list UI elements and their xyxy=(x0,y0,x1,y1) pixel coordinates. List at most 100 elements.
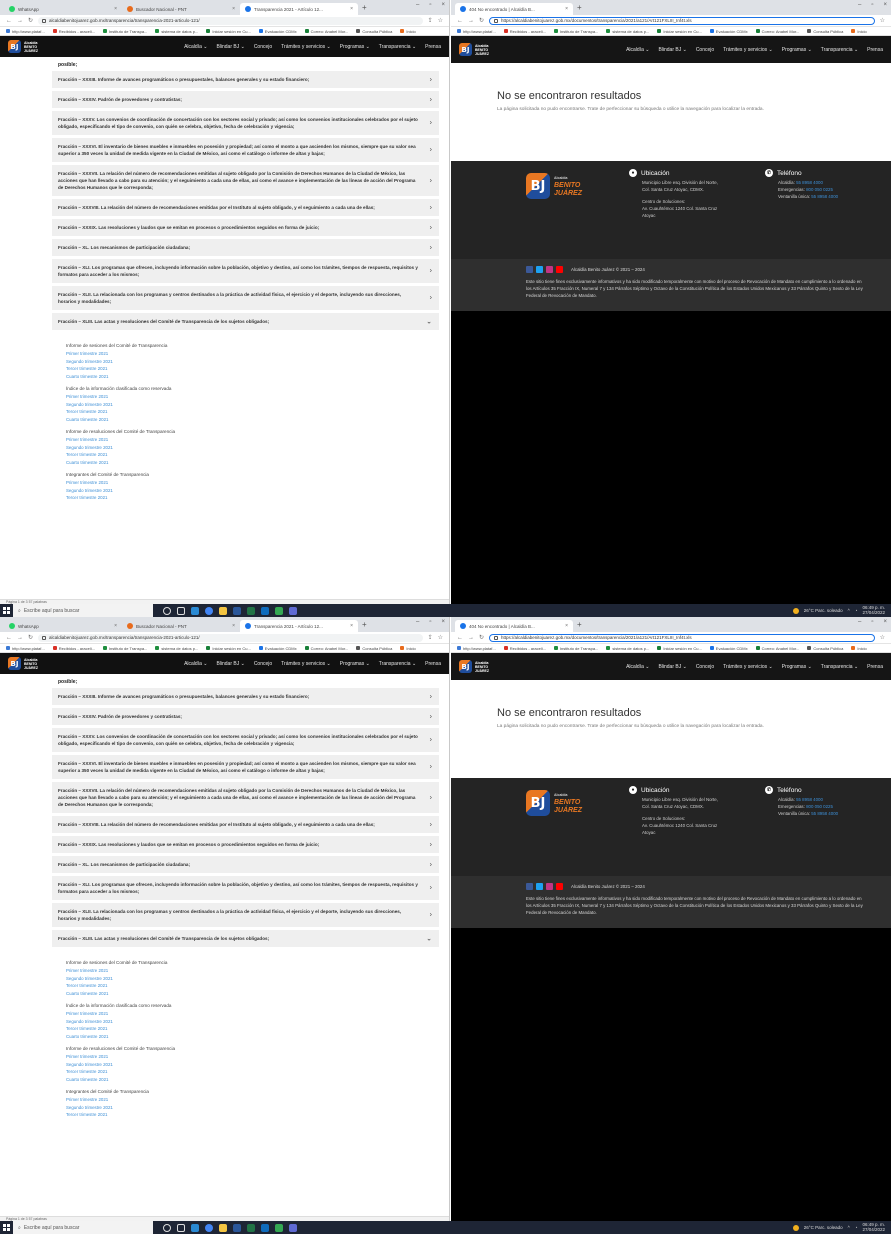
browser-tab[interactable]: WhatsApp × xyxy=(4,620,122,632)
youtube-icon[interactable] xyxy=(556,883,563,890)
word-icon[interactable] xyxy=(233,1223,241,1232)
weather-text[interactable]: 26°C Parc. soleado xyxy=(804,608,843,613)
close-window-icon[interactable]: × xyxy=(883,2,887,8)
file-explorer-icon[interactable] xyxy=(219,1223,227,1232)
network-icon[interactable]: ◔ xyxy=(855,1225,858,1230)
nav-menu-item[interactable]: Prensa xyxy=(867,664,883,670)
close-window-icon[interactable]: × xyxy=(441,2,445,8)
bookmark-star-icon[interactable]: ☆ xyxy=(880,634,885,641)
quarter-document-link[interactable]: Primer trimestre 2021 xyxy=(66,1010,439,1018)
bookmark-item[interactable]: Evaluación CDMx xyxy=(258,646,297,651)
phone-link[interactable]: 800 050 0225 xyxy=(806,804,833,809)
chrome-icon[interactable] xyxy=(205,606,213,615)
quarter-document-link[interactable]: Tercer trimestre 2021 xyxy=(66,1111,439,1119)
bookmark-item[interactable]: Recibidos - araceli... xyxy=(503,29,546,34)
nav-menu-item[interactable]: Prensa xyxy=(425,44,441,50)
bookmark-item[interactable]: Correo: Anabel Mor... xyxy=(755,646,799,651)
nav-menu-item[interactable]: Transparencia ⌄ xyxy=(821,664,858,670)
new-tab-button[interactable]: + xyxy=(573,3,586,12)
quarter-document-link[interactable]: Primer trimestre 2021 xyxy=(66,350,439,358)
fraction-accordion-item[interactable]: Fracción – XXXVIII. La relación del núme… xyxy=(52,816,439,833)
close-icon[interactable]: × xyxy=(232,623,235,629)
bookmark-item[interactable]: http://www.plataf... xyxy=(6,29,45,34)
bookmark-item[interactable]: sistema de datos p... xyxy=(606,29,649,34)
nav-menu-item[interactable]: Programas ⌄ xyxy=(340,44,370,50)
close-window-icon[interactable]: × xyxy=(883,619,887,625)
bookmark-item[interactable]: sistema de datos p... xyxy=(155,29,198,34)
new-tab-button[interactable]: + xyxy=(358,620,371,629)
fraction-accordion-item[interactable]: Fracción – XXXV. Los convenios de coordi… xyxy=(52,728,439,752)
file-explorer-icon[interactable] xyxy=(219,606,227,615)
quarter-document-link[interactable]: Cuarto trimestre 2021 xyxy=(66,1033,439,1041)
edge-icon[interactable] xyxy=(191,606,199,615)
bookmark-item[interactable]: Recibidos - araceli... xyxy=(52,646,95,651)
forward-icon[interactable]: → xyxy=(468,18,474,24)
excel-icon[interactable] xyxy=(247,1223,255,1232)
task-view-icon[interactable] xyxy=(177,1223,185,1232)
browser-tab-active[interactable]: 404 No encontrado | Alcaldía B... × xyxy=(455,3,573,15)
fraction-accordion-item[interactable]: Fracción – XXXVII. La relación del númer… xyxy=(52,782,439,813)
taskbar-search[interactable]: ⌕ Escribe aquí para buscar xyxy=(13,604,153,617)
bookmark-item[interactable]: Inicio xyxy=(851,646,867,651)
quarter-document-link[interactable]: Segundo trimestre 2021 xyxy=(66,401,439,409)
bj-logo[interactable]: BJ Alcaldía BENITO JUÁREZ xyxy=(459,660,489,673)
bookmark-item[interactable]: Iniciar sesión en Cu... xyxy=(206,29,251,34)
cortana-icon[interactable] xyxy=(163,1223,171,1232)
facebook-icon[interactable] xyxy=(526,883,533,890)
close-icon[interactable]: × xyxy=(350,623,353,629)
bookmark-star-icon[interactable]: ☆ xyxy=(438,634,443,641)
quarter-document-link[interactable]: Tercer trimestre 2021 xyxy=(66,365,439,373)
nav-menu-item[interactable]: Concejo xyxy=(254,661,272,667)
quarter-document-link[interactable]: Tercer trimestre 2021 xyxy=(66,451,439,459)
excel-icon[interactable] xyxy=(247,606,255,615)
nav-menu-item[interactable]: Programas ⌄ xyxy=(340,661,370,667)
fraction-accordion-item[interactable]: Fracción – XXXIV. Padrón de proveedores … xyxy=(52,708,439,725)
nav-menu-item[interactable]: Prensa xyxy=(425,661,441,667)
app-icon[interactable] xyxy=(275,1223,283,1232)
tray-arrow-icon[interactable]: ^ xyxy=(848,608,850,613)
fraction-accordion-item[interactable]: Fracción – XLI. Los programas que ofrece… xyxy=(52,259,439,283)
nav-menu-item[interactable]: Concejo xyxy=(254,44,272,50)
outlook-icon[interactable] xyxy=(261,606,269,615)
back-icon[interactable]: ← xyxy=(457,18,463,24)
weather-text[interactable]: 26°C Parc. soleado xyxy=(804,1225,843,1230)
quarter-document-link[interactable]: Primer trimestre 2021 xyxy=(66,436,439,444)
quarter-document-link[interactable]: Tercer trimestre 2021 xyxy=(66,408,439,416)
phone-link[interactable]: 55 8958 4000 xyxy=(811,811,838,816)
phone-link[interactable]: 55 8958 4000 xyxy=(796,180,823,185)
bookmark-item[interactable]: Instituto de Transpa... xyxy=(553,646,598,651)
close-icon[interactable]: × xyxy=(114,6,117,12)
quarter-document-link[interactable]: Segundo trimestre 2021 xyxy=(66,358,439,366)
nav-menu-item[interactable]: Alcaldía ⌄ xyxy=(626,664,649,670)
bookmark-item[interactable]: Correo: Anabel Mor... xyxy=(304,29,348,34)
bj-logo[interactable]: BJ Alcaldía BENITO JUÁREZ xyxy=(8,40,38,53)
bookmark-item[interactable]: Correo: Anabel Mor... xyxy=(755,29,799,34)
nav-menu-item[interactable]: Blindar BJ ⌄ xyxy=(658,664,686,670)
clock[interactable]: 06:49 p. m. 27/04/2022 xyxy=(862,1222,885,1233)
share-icon[interactable]: ⇪ xyxy=(428,634,433,641)
network-icon[interactable]: ◔ xyxy=(855,608,858,613)
quarter-document-link[interactable]: Primer trimestre 2021 xyxy=(66,1096,439,1104)
quarter-document-link[interactable]: Primer trimestre 2021 xyxy=(66,479,439,487)
clock[interactable]: 06:49 p. m. 27/04/2022 xyxy=(862,605,885,616)
bookmark-star-icon[interactable]: ☆ xyxy=(438,17,443,24)
quarter-document-link[interactable]: Segundo trimestre 2021 xyxy=(66,1018,439,1026)
bookmark-star-icon[interactable]: ☆ xyxy=(880,17,885,24)
start-button[interactable] xyxy=(0,604,13,617)
quarter-document-link[interactable]: Segundo trimestre 2021 xyxy=(66,487,439,495)
url-input[interactable]: alcaldiabenitojuarez.gob.mx/transparenci… xyxy=(38,633,423,642)
bookmark-item[interactable]: Consulta Pública xyxy=(356,646,392,651)
quarter-document-link[interactable]: Tercer trimestre 2021 xyxy=(66,982,439,990)
maximize-icon[interactable]: ▫ xyxy=(871,619,873,625)
close-icon[interactable]: × xyxy=(565,623,568,629)
forward-icon[interactable]: → xyxy=(17,635,23,641)
nav-menu-item[interactable]: Concejo xyxy=(696,47,714,53)
maximize-icon[interactable]: ▫ xyxy=(429,2,431,8)
cortana-icon[interactable] xyxy=(163,606,171,615)
nav-menu-item[interactable]: Blindar BJ ⌄ xyxy=(658,47,686,53)
back-icon[interactable]: ← xyxy=(457,635,463,641)
bookmark-item[interactable]: Instituto de Transpa... xyxy=(102,646,147,651)
bookmark-item[interactable]: Inicio xyxy=(400,646,416,651)
bookmark-item[interactable]: sistema de datos p... xyxy=(606,646,649,651)
fraction-accordion-item[interactable]: Fracción – XXXIV. Padrón de proveedores … xyxy=(52,91,439,108)
